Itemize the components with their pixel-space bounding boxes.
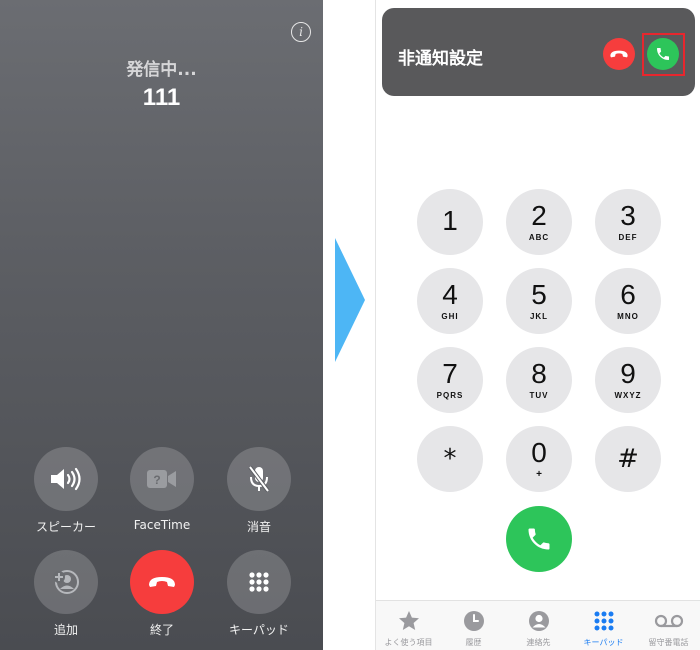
svg-text:?: ? [153, 473, 160, 487]
mute-icon [248, 465, 270, 493]
key-7[interactable]: 7 PQRS [417, 347, 483, 413]
tab-voicemail[interactable]: 留守番電話 [636, 601, 700, 650]
tab-contacts[interactable]: 連絡先 [506, 601, 571, 650]
decline-button[interactable] [603, 38, 635, 70]
key-letters: TUV [529, 391, 549, 400]
call-status: 発信中... [126, 60, 197, 80]
key-digit: 7 [442, 358, 458, 389]
key-9[interactable]: 9 WXYZ [595, 347, 661, 413]
add-call-label: 追加 [53, 623, 78, 637]
clock-icon [463, 611, 484, 631]
key-hash[interactable]: # [595, 426, 661, 492]
tab-keypad[interactable]: キーパッド [571, 601, 636, 650]
tab-label: 留守番電話 [648, 638, 689, 647]
key-letters: + [536, 468, 542, 480]
key-digit: 8 [531, 358, 547, 389]
facetime-icon: ? [147, 470, 176, 488]
key-6[interactable]: 6 MNO [595, 268, 661, 334]
key-letters: GHI [441, 312, 459, 321]
key-digit: 1 [442, 204, 458, 236]
dialer-screen: 非通知設定 1 2 ABC 3 DEF 4 GHI 5 JKL 6 MNO 7 … [375, 0, 700, 650]
transition-arrow-icon [335, 238, 365, 362]
speaker-label: スピーカー [35, 520, 96, 534]
tab-bar: よく使う項目 履歴 連絡先 キーパッド 留守番電話 [376, 600, 700, 650]
voicemail-icon [654, 614, 683, 628]
key-digit: 4 [442, 279, 458, 310]
key-digit: * [443, 444, 457, 474]
key-letters: WXYZ [614, 391, 642, 400]
key-star[interactable]: * [417, 426, 483, 492]
star-icon [398, 611, 419, 630]
tab-label: 履歴 [465, 638, 482, 647]
end-call-icon [610, 50, 628, 58]
tab-recents[interactable]: 履歴 [441, 601, 506, 650]
phone-icon [528, 528, 550, 550]
key-digit: # [617, 444, 639, 474]
key-digit: 2 [531, 200, 547, 231]
speaker-button[interactable] [34, 447, 98, 511]
incoming-call-banner[interactable]: 非通知設定 [382, 8, 695, 96]
keypad-icon [594, 611, 613, 631]
tab-label: 連絡先 [526, 638, 551, 647]
key-8[interactable]: 8 TUV [506, 347, 572, 413]
keypad-label: キーパッド [229, 623, 289, 637]
in-call-screen: i 発信中... 111 スピーカー ? FaceTime 消音 追加 終了 キ… [0, 0, 323, 650]
key-letters: DEF [618, 233, 638, 242]
add-call-button[interactable] [34, 550, 98, 614]
key-digit: 5 [531, 279, 547, 310]
key-5[interactable]: 5 JKL [506, 268, 572, 334]
keypad-icon [249, 572, 269, 592]
key-2[interactable]: 2 ABC [506, 189, 572, 255]
key-3[interactable]: 3 DEF [595, 189, 661, 255]
highlight-box [642, 33, 685, 76]
tab-label: よく使う項目 [384, 638, 433, 647]
key-digit: 6 [620, 279, 636, 310]
mute-button[interactable] [227, 447, 291, 511]
facetime-label: FaceTime [133, 518, 191, 532]
call-number: 111 [142, 84, 181, 111]
key-letters: PQRS [436, 391, 464, 400]
facetime-button[interactable]: ? [130, 447, 194, 511]
key-digit: 9 [620, 358, 636, 389]
key-letters: ABC [528, 233, 550, 242]
key-1[interactable]: 1 [417, 189, 483, 255]
key-letters: MNO [617, 312, 639, 321]
end-call-label: 終了 [149, 623, 174, 637]
tab-label: キーパッド [583, 638, 624, 647]
tab-favorites[interactable]: よく使う項目 [376, 601, 441, 650]
speaker-icon [51, 467, 81, 491]
add-call-icon [53, 570, 79, 594]
key-0[interactable]: 0 + [506, 426, 572, 492]
key-digit: 0 [531, 436, 547, 468]
key-4[interactable]: 4 GHI [417, 268, 483, 334]
keypad-button[interactable] [227, 550, 291, 614]
key-letters: JKL [529, 312, 549, 321]
banner-caller-title: 非通知設定 [398, 49, 483, 69]
end-call-button[interactable] [130, 550, 194, 614]
info-icon[interactable]: i [291, 22, 311, 42]
end-call-icon [149, 577, 175, 587]
dial-call-button[interactable] [506, 506, 572, 572]
mute-label: 消音 [246, 520, 271, 534]
contact-icon [528, 611, 549, 631]
key-digit: 3 [620, 200, 636, 231]
